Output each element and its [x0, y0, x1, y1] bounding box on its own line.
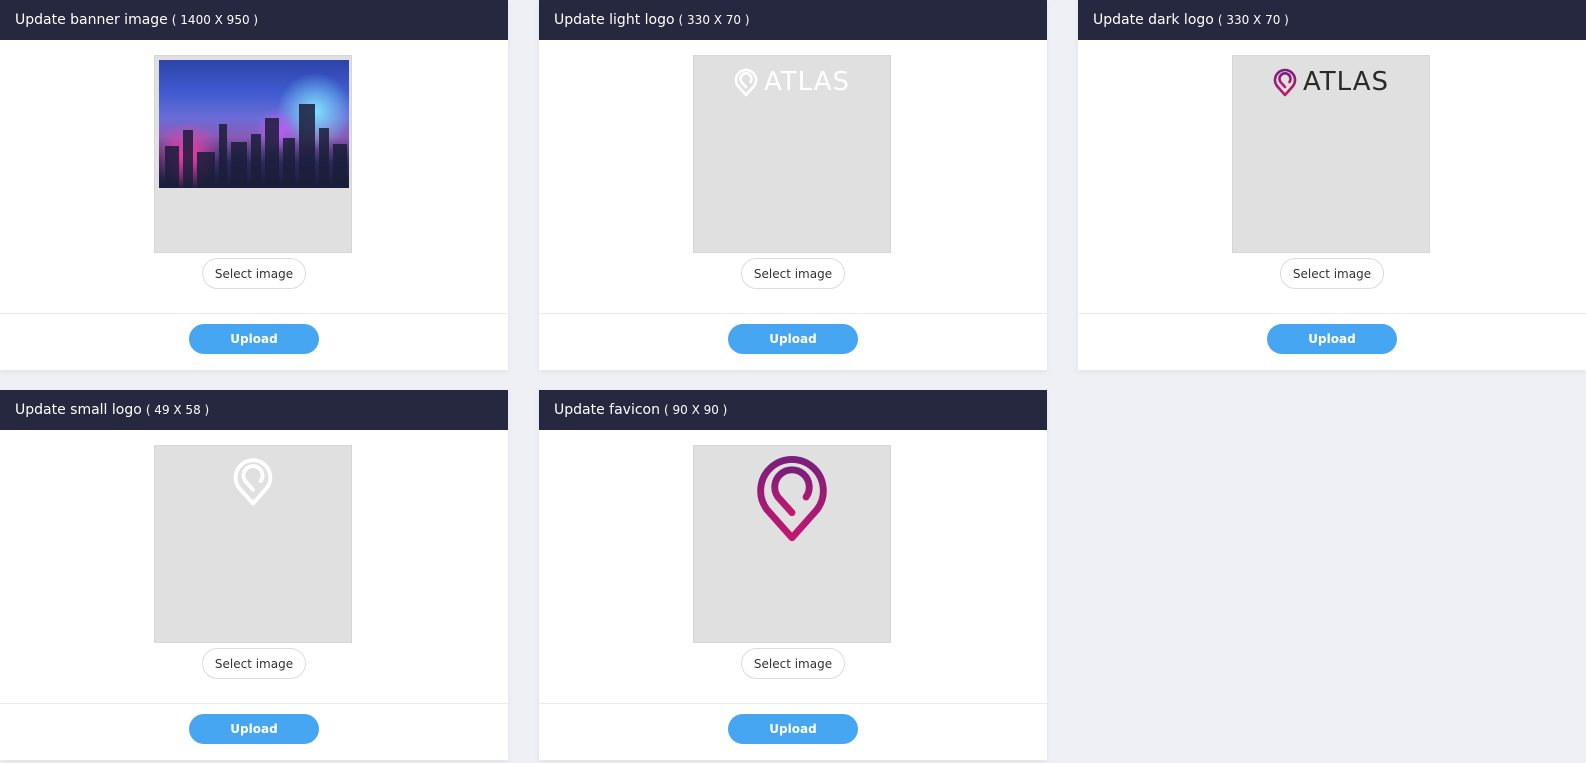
upload-button[interactable]: Upload [728, 324, 858, 354]
card-footer: Upload [0, 703, 508, 760]
card-dimensions: ( 1400 X 950 ) [171, 13, 259, 27]
light-logo-card: Update light logo ( 330 X 70 ) ATLAS Sel… [539, 0, 1047, 370]
image-preview [154, 445, 352, 643]
map-pin-icon [757, 455, 827, 542]
card-header: Update favicon ( 90 X 90 ) [539, 390, 1047, 430]
map-pin-icon [233, 458, 273, 506]
card-footer: Upload [1078, 313, 1586, 370]
card-footer: Upload [0, 313, 508, 370]
card-header: Update light logo ( 330 X 70 ) [539, 0, 1047, 40]
card-dimensions: ( 49 X 58 ) [145, 403, 210, 417]
upload-button[interactable]: Upload [189, 324, 319, 354]
favicon-card: Update favicon ( 90 X 90 ) Select image … [539, 390, 1047, 760]
light-logo-image: ATLAS [694, 64, 890, 100]
card-header: Update small logo ( 49 X 58 ) [0, 390, 508, 430]
select-image-button[interactable]: Select image [1280, 258, 1384, 289]
card-header: Update banner image ( 1400 X 950 ) [0, 0, 508, 40]
card-header: Update dark logo ( 330 X 70 ) [1078, 0, 1586, 40]
logo-text: ATLAS [1302, 67, 1390, 97]
map-pin-icon [1273, 68, 1297, 97]
card-body: ATLAS Select image [539, 40, 1047, 313]
card-title: Update dark logo [1093, 12, 1214, 28]
card-title: Update light logo [554, 12, 675, 28]
card-footer: Upload [539, 703, 1047, 760]
card-dimensions: ( 90 X 90 ) [663, 403, 728, 417]
card-body: Select image [0, 40, 508, 313]
logo-text: ATLAS [763, 67, 851, 97]
image-preview: ATLAS [693, 55, 891, 253]
dark-logo-card: Update dark logo ( 330 X 70 ) ATLAS Sele… [1078, 0, 1586, 370]
small-logo-card: Update small logo ( 49 X 58 ) Select ima… [0, 390, 508, 760]
card-body: Select image [0, 430, 508, 703]
upload-button[interactable]: Upload [728, 714, 858, 744]
select-image-button[interactable]: Select image [202, 258, 306, 289]
image-preview [693, 445, 891, 643]
image-preview [154, 55, 352, 253]
card-body: ATLAS Select image [1078, 40, 1586, 313]
upload-button[interactable]: Upload [189, 714, 319, 744]
image-preview: ATLAS [1232, 55, 1430, 253]
select-image-button[interactable]: Select image [202, 648, 306, 679]
card-title: Update favicon [554, 402, 660, 418]
banner-image-card: Update banner image ( 1400 X 950 ) Selec… [0, 0, 508, 370]
card-body: Select image [539, 430, 1047, 703]
card-dimensions: ( 330 X 70 ) [1217, 13, 1289, 27]
small-logo-image [155, 456, 351, 506]
banner-image [159, 60, 349, 188]
select-image-button[interactable]: Select image [741, 648, 845, 679]
upload-button[interactable]: Upload [1267, 324, 1397, 354]
select-image-button[interactable]: Select image [741, 258, 845, 289]
favicon-image [694, 450, 890, 544]
dark-logo-image: ATLAS [1233, 64, 1429, 100]
card-title: Update small logo [15, 402, 142, 418]
card-dimensions: ( 330 X 70 ) [678, 13, 750, 27]
card-title: Update banner image [15, 12, 168, 28]
image-settings-grid: Update banner image ( 1400 X 950 ) Selec… [0, 0, 1586, 763]
card-footer: Upload [539, 313, 1047, 370]
map-pin-icon [734, 68, 758, 97]
